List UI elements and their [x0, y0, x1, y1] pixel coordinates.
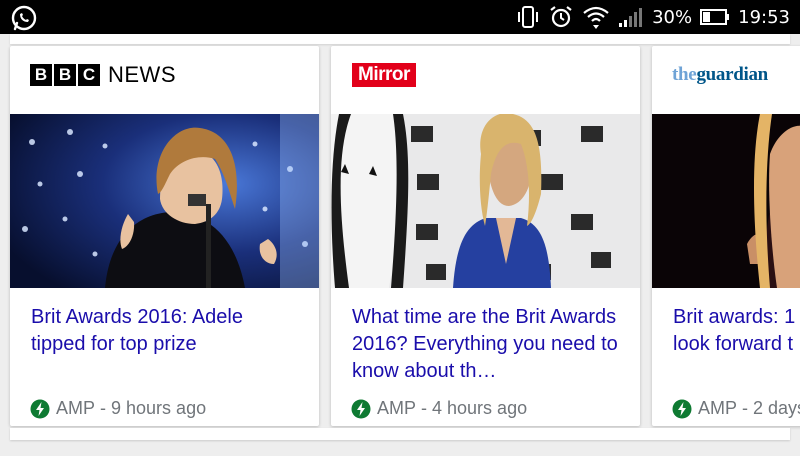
- news-thumbnail[interactable]: [10, 114, 319, 288]
- published-time: 4 hours ago: [432, 398, 528, 418]
- published-time: 9 hours ago: [111, 398, 207, 418]
- alarm-icon: [548, 4, 574, 30]
- news-carousel[interactable]: B B C NEWS Brit Awards 2016: Adele tippe…: [0, 34, 800, 456]
- clock: 19:53: [738, 6, 790, 28]
- news-card-bbc[interactable]: B B C NEWS Brit Awards 2016: Adele tippe…: [10, 46, 319, 426]
- news-thumbnail[interactable]: [331, 114, 640, 288]
- card-meta: AMP - 9 hours ago: [30, 398, 206, 419]
- card-meta: AMP - 2 days: [672, 398, 800, 419]
- guardian-logo: theguardian: [672, 64, 768, 85]
- battery-percent: 30%: [652, 6, 693, 28]
- news-headline[interactable]: Brit awards: 1 look forward t: [673, 304, 800, 358]
- carousel-top-edge: [10, 34, 790, 44]
- amp-label: AMP: [698, 398, 738, 418]
- signal-icon: [618, 6, 644, 28]
- whatsapp-icon: [10, 4, 38, 32]
- amp-label: AMP: [56, 398, 96, 418]
- news-thumbnail[interactable]: [652, 114, 800, 288]
- carousel-bottom-edge: [10, 428, 790, 440]
- published-time: 2 days: [753, 398, 800, 418]
- card-meta: AMP - 4 hours ago: [351, 398, 527, 419]
- news-card-guardian[interactable]: theguardian Brit awards: 1 look forward …: [652, 46, 800, 426]
- news-headline[interactable]: What time are the Brit Awards 2016? Ever…: [352, 304, 622, 385]
- mirror-logo: Mirror: [352, 60, 416, 90]
- bbc-news-logo: B B C NEWS: [30, 60, 176, 90]
- news-headline[interactable]: Brit Awards 2016: Adele tipped for top p…: [31, 304, 301, 358]
- amp-lightning-icon: [30, 399, 50, 418]
- amp-label: AMP: [377, 398, 417, 418]
- wifi-icon: [582, 4, 610, 30]
- news-card-mirror[interactable]: Mirror What time are the Brit Awards 201…: [331, 46, 640, 426]
- vibrate-icon: [516, 5, 540, 29]
- status-bar: 30% 19:53: [0, 0, 800, 34]
- battery-icon: [700, 8, 730, 26]
- amp-lightning-icon: [351, 399, 371, 418]
- amp-lightning-icon: [672, 399, 692, 418]
